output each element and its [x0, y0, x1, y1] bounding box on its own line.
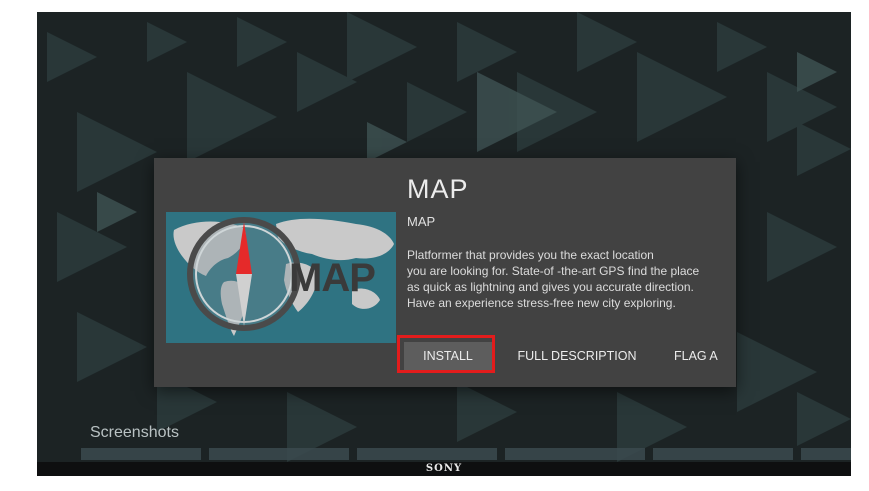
app-title: MAP: [407, 174, 469, 204]
app-developer: MAP: [407, 214, 436, 229]
app-banner-text: MAP: [289, 256, 376, 300]
screenshot-thumbnail[interactable]: [505, 448, 645, 460]
screenshot-thumbnail[interactable]: [209, 448, 349, 460]
tv-screen: Screenshots MAP MAP MAP Platformer that …: [37, 12, 851, 462]
description-line: Have an experience stress-free new city …: [407, 296, 676, 310]
description-line: Platformer that provides you the exact l…: [407, 248, 654, 262]
description-line: you are looking for. State-of -the-art G…: [407, 264, 700, 278]
screenshot-thumbnail[interactable]: [653, 448, 793, 460]
tv-brand-logo: SONY: [425, 463, 463, 474]
app-banner-image: MAP: [166, 212, 396, 343]
screenshot-thumbnail[interactable]: [801, 448, 851, 460]
app-details-dialog: MAP MAP MAP Platformer that provides you…: [154, 158, 736, 387]
screenshot-thumbnail[interactable]: [81, 448, 201, 460]
full-description-button[interactable]: FULL DESCRIPTION: [514, 342, 640, 370]
tv-frame: Screenshots MAP MAP MAP Platformer that …: [37, 12, 851, 476]
screenshot-thumbnail-strip[interactable]: [81, 448, 851, 460]
screenshots-section-label: Screenshots: [90, 424, 179, 441]
description-line: as quick as lightning and gives you accu…: [407, 280, 694, 294]
screenshot-thumbnail[interactable]: [357, 448, 497, 460]
install-button[interactable]: INSTALL: [404, 342, 492, 370]
flag-app-button[interactable]: FLAG A: [674, 342, 726, 370]
